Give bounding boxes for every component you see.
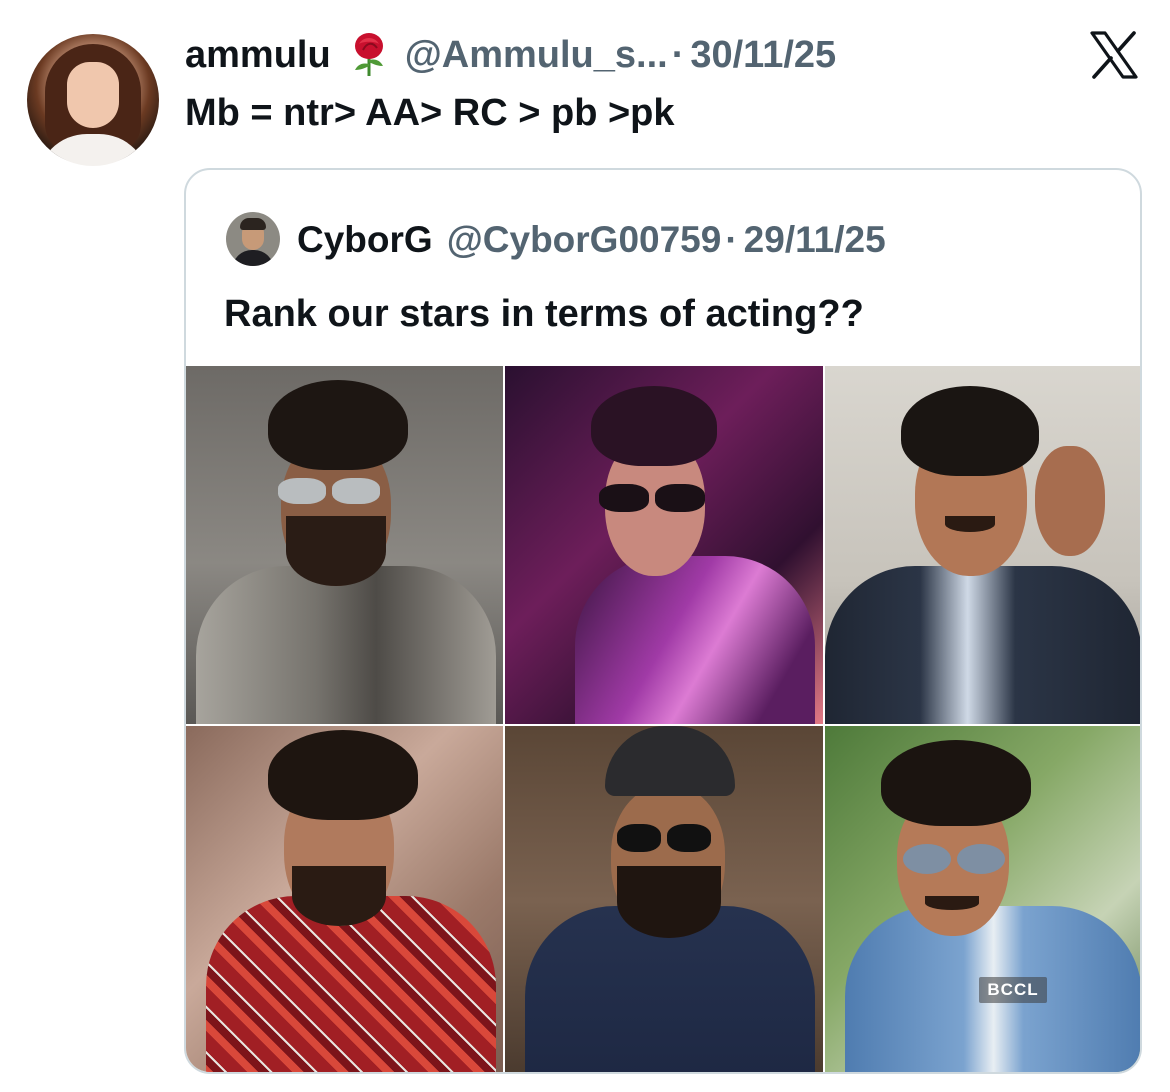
x-logo-icon (1088, 31, 1140, 79)
quoted-author-handle[interactable]: @CyborG00759 (447, 219, 722, 261)
photo-cell-5[interactable] (505, 726, 823, 1072)
quoted-tweet-card[interactable]: CyborG @CyborG00759 · 29/11/25 Rank our … (184, 168, 1142, 1074)
quoted-tweet-date[interactable]: 29/11/25 (744, 219, 886, 261)
photo-cell-3[interactable] (825, 366, 1140, 724)
tweet-text: Mb = ntr> AA> RC > pb >pk (185, 92, 675, 134)
quoted-author-avatar[interactable] (226, 212, 280, 266)
author-avatar[interactable] (27, 34, 159, 166)
quoted-tweet-header: CyborG @CyborG00759 · 29/11/25 (297, 214, 886, 266)
quoted-author-name[interactable]: CyborG (297, 219, 433, 261)
tweet-header: ammulu @Ammulu_s... · 30/11/25 (185, 30, 836, 80)
photo-cell-2[interactable] (505, 366, 823, 724)
separator-dot: · (671, 34, 685, 76)
photo-grid[interactable] (186, 366, 1140, 1072)
quoted-tweet-text: Rank our stars in terms of acting?? (224, 293, 864, 335)
photo-cell-6[interactable] (825, 726, 1140, 1072)
separator-dot: · (725, 219, 738, 260)
photo-cell-4[interactable] (186, 726, 503, 1072)
photo-cell-1[interactable] (186, 366, 503, 724)
photo-watermark: BCCL (979, 977, 1047, 1003)
rose-icon (347, 32, 391, 78)
tweet-date[interactable]: 30/11/25 (690, 30, 836, 80)
author-name[interactable]: ammulu (185, 30, 331, 80)
author-handle[interactable]: @Ammulu_s... (405, 30, 668, 80)
